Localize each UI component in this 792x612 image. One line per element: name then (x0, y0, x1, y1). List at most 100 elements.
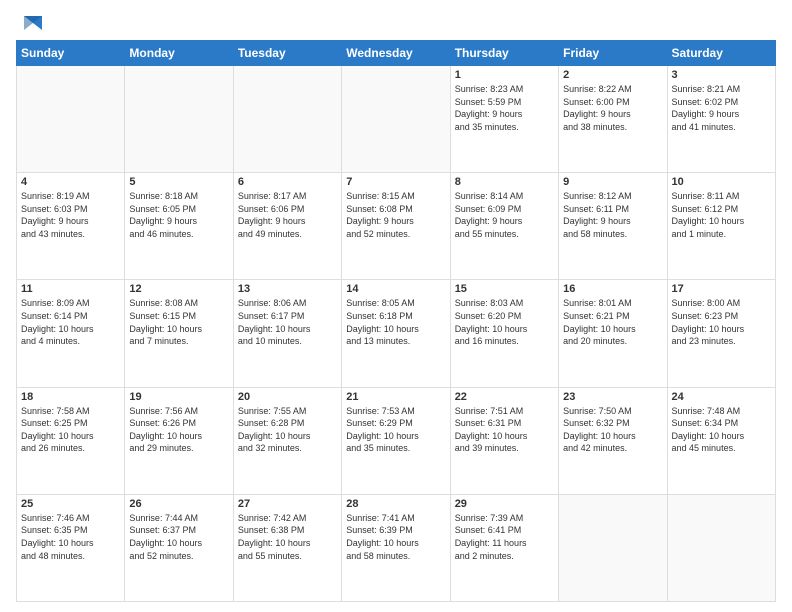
calendar-cell: 23 Sunrise: 7:50 AM Sunset: 6:32 PM Dayli… (559, 387, 667, 494)
calendar-cell: 4 Sunrise: 8:19 AM Sunset: 6:03 PM Daylig… (17, 173, 125, 280)
day-info: Sunrise: 8:19 AM Sunset: 6:03 PM Dayligh… (21, 190, 120, 240)
weekday-header-saturday: Saturday (667, 41, 775, 66)
day-number: 16 (563, 283, 662, 295)
day-number: 8 (455, 176, 554, 188)
day-info: Sunrise: 8:14 AM Sunset: 6:09 PM Dayligh… (455, 190, 554, 240)
calendar-cell (559, 494, 667, 601)
calendar-cell: 9 Sunrise: 8:12 AM Sunset: 6:11 PM Daylig… (559, 173, 667, 280)
day-info: Sunrise: 8:01 AM Sunset: 6:21 PM Dayligh… (563, 297, 662, 347)
day-info: Sunrise: 8:05 AM Sunset: 6:18 PM Dayligh… (346, 297, 445, 347)
day-info: Sunrise: 8:11 AM Sunset: 6:12 PM Dayligh… (672, 190, 771, 240)
calendar-cell (17, 66, 125, 173)
calendar-cell: 14 Sunrise: 8:05 AM Sunset: 6:18 PM Dayli… (342, 280, 450, 387)
calendar-cell: 28Sunrise: 7:41 AM Sunset: 6:39 PM Dayli… (342, 494, 450, 601)
day-number: 13 (238, 283, 337, 295)
calendar-table: SundayMondayTuesdayWednesdayThursdayFrid… (16, 40, 776, 602)
calendar-cell: 1 Sunrise: 8:23 AM Sunset: 5:59 PM Daylig… (450, 66, 558, 173)
day-number: 14 (346, 283, 445, 295)
weekday-header-tuesday: Tuesday (233, 41, 341, 66)
day-number: 3 (672, 69, 771, 81)
day-number: 9 (563, 176, 662, 188)
calendar-cell: 19 Sunrise: 7:56 AM Sunset: 6:26 PM Dayli… (125, 387, 233, 494)
day-number: 12 (129, 283, 228, 295)
day-info: Sunrise: 8:23 AM Sunset: 5:59 PM Dayligh… (455, 83, 554, 133)
calendar-cell: 24 Sunrise: 7:48 AM Sunset: 6:34 PM Dayli… (667, 387, 775, 494)
week-row-3: 18 Sunrise: 7:58 AM Sunset: 6:25 PM Dayli… (17, 387, 776, 494)
calendar-cell: 25 Sunrise: 7:46 AM Sunset: 6:35 PM Dayli… (17, 494, 125, 601)
calendar-cell: 7 Sunrise: 8:15 AM Sunset: 6:08 PM Daylig… (342, 173, 450, 280)
day-number: 10 (672, 176, 771, 188)
weekday-header-monday: Monday (125, 41, 233, 66)
day-number: 11 (21, 283, 120, 295)
calendar-cell: 26 Sunrise: 7:44 AM Sunset: 6:37 PM Dayli… (125, 494, 233, 601)
calendar-cell: 16 Sunrise: 8:01 AM Sunset: 6:21 PM Dayli… (559, 280, 667, 387)
day-number: 24 (672, 391, 771, 403)
day-number: 19 (129, 391, 228, 403)
calendar-cell: 8 Sunrise: 8:14 AM Sunset: 6:09 PM Daylig… (450, 173, 558, 280)
day-info: Sunrise: 8:17 AM Sunset: 6:06 PM Dayligh… (238, 190, 337, 240)
weekday-header-sunday: Sunday (17, 41, 125, 66)
day-number: 2 (563, 69, 662, 81)
day-info: Sunrise: 7:58 AM Sunset: 6:25 PM Dayligh… (21, 405, 120, 455)
weekday-header-row: SundayMondayTuesdayWednesdayThursdayFrid… (17, 41, 776, 66)
calendar-cell (233, 66, 341, 173)
weekday-header-wednesday: Wednesday (342, 41, 450, 66)
day-number: 20 (238, 391, 337, 403)
calendar-cell: 12 Sunrise: 8:08 AM Sunset: 6:15 PM Dayli… (125, 280, 233, 387)
day-number: 1 (455, 69, 554, 81)
calendar-cell: 17 Sunrise: 8:00 AM Sunset: 6:23 PM Dayli… (667, 280, 775, 387)
day-info: Sunrise: 8:00 AM Sunset: 6:23 PM Dayligh… (672, 297, 771, 347)
day-number: 17 (672, 283, 771, 295)
calendar-cell (667, 494, 775, 601)
day-number: 7 (346, 176, 445, 188)
day-number: 22 (455, 391, 554, 403)
calendar-cell (125, 66, 233, 173)
day-number: 18 (21, 391, 120, 403)
calendar-cell: 18 Sunrise: 7:58 AM Sunset: 6:25 PM Dayli… (17, 387, 125, 494)
calendar-cell: 5Sunrise: 8:18 AM Sunset: 6:05 PM Daylig… (125, 173, 233, 280)
day-number: 25 (21, 498, 120, 510)
week-row-1: 4 Sunrise: 8:19 AM Sunset: 6:03 PM Daylig… (17, 173, 776, 280)
calendar-cell: 20 Sunrise: 7:55 AM Sunset: 6:28 PM Dayli… (233, 387, 341, 494)
day-info: Sunrise: 8:15 AM Sunset: 6:08 PM Dayligh… (346, 190, 445, 240)
logo-icon (20, 12, 42, 34)
calendar-cell: 15Sunrise: 8:03 AM Sunset: 6:20 PM Dayli… (450, 280, 558, 387)
day-info: Sunrise: 8:21 AM Sunset: 6:02 PM Dayligh… (672, 83, 771, 133)
day-info: Sunrise: 7:53 AM Sunset: 6:29 PM Dayligh… (346, 405, 445, 455)
day-number: 27 (238, 498, 337, 510)
calendar-cell: 11 Sunrise: 8:09 AM Sunset: 6:14 PM Dayli… (17, 280, 125, 387)
week-row-0: 1 Sunrise: 8:23 AM Sunset: 5:59 PM Daylig… (17, 66, 776, 173)
day-info: Sunrise: 7:56 AM Sunset: 6:26 PM Dayligh… (129, 405, 228, 455)
day-number: 23 (563, 391, 662, 403)
day-number: 6 (238, 176, 337, 188)
day-info: Sunrise: 8:22 AM Sunset: 6:00 PM Dayligh… (563, 83, 662, 133)
calendar-cell: 3 Sunrise: 8:21 AM Sunset: 6:02 PM Daylig… (667, 66, 775, 173)
calendar-cell: 6 Sunrise: 8:17 AM Sunset: 6:06 PM Daylig… (233, 173, 341, 280)
day-info: Sunrise: 8:09 AM Sunset: 6:14 PM Dayligh… (21, 297, 120, 347)
day-info: Sunrise: 8:06 AM Sunset: 6:17 PM Dayligh… (238, 297, 337, 347)
week-row-4: 25 Sunrise: 7:46 AM Sunset: 6:35 PM Dayli… (17, 494, 776, 601)
day-info: Sunrise: 7:55 AM Sunset: 6:28 PM Dayligh… (238, 405, 337, 455)
day-number: 4 (21, 176, 120, 188)
day-info: Sunrise: 7:48 AM Sunset: 6:34 PM Dayligh… (672, 405, 771, 455)
day-info: Sunrise: 7:39 AM Sunset: 6:41 PM Dayligh… (455, 512, 554, 562)
day-number: 29 (455, 498, 554, 510)
calendar-cell: 27Sunrise: 7:42 AM Sunset: 6:38 PM Dayli… (233, 494, 341, 601)
day-number: 26 (129, 498, 228, 510)
top-header (16, 12, 776, 34)
day-info: Sunrise: 8:08 AM Sunset: 6:15 PM Dayligh… (129, 297, 228, 347)
day-number: 15 (455, 283, 554, 295)
weekday-header-friday: Friday (559, 41, 667, 66)
calendar-cell (342, 66, 450, 173)
calendar-cell: 10 Sunrise: 8:11 AM Sunset: 6:12 PM Dayli… (667, 173, 775, 280)
day-info: Sunrise: 7:50 AM Sunset: 6:32 PM Dayligh… (563, 405, 662, 455)
calendar-cell: 29 Sunrise: 7:39 AM Sunset: 6:41 PM Dayli… (450, 494, 558, 601)
day-info: Sunrise: 7:44 AM Sunset: 6:37 PM Dayligh… (129, 512, 228, 562)
calendar-cell: 21 Sunrise: 7:53 AM Sunset: 6:29 PM Dayli… (342, 387, 450, 494)
day-number: 21 (346, 391, 445, 403)
calendar-cell: 22Sunrise: 7:51 AM Sunset: 6:31 PM Dayli… (450, 387, 558, 494)
day-info: Sunrise: 8:12 AM Sunset: 6:11 PM Dayligh… (563, 190, 662, 240)
page: SundayMondayTuesdayWednesdayThursdayFrid… (0, 0, 792, 612)
day-info: Sunrise: 7:46 AM Sunset: 6:35 PM Dayligh… (21, 512, 120, 562)
day-info: Sunrise: 8:18 AM Sunset: 6:05 PM Dayligh… (129, 190, 228, 240)
